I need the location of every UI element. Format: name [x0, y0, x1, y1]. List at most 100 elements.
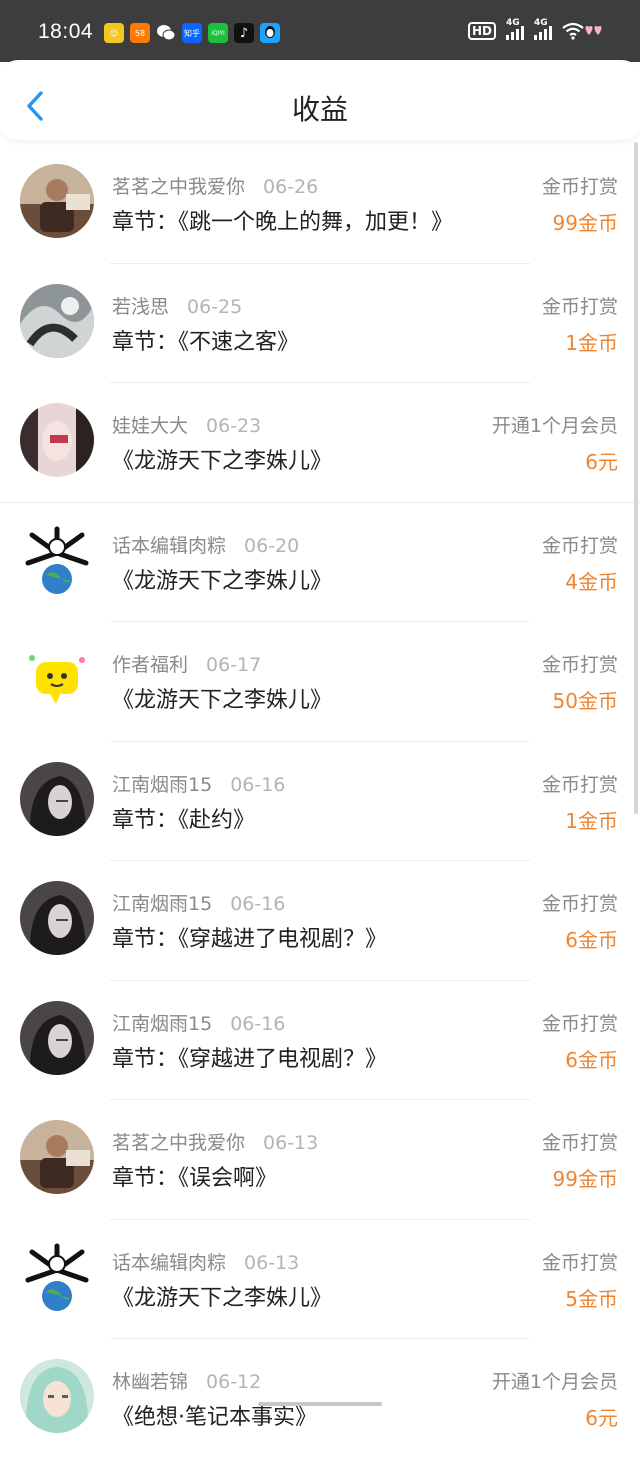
earning-content: 《龙游天下之李姝儿》: [112, 449, 333, 474]
earning-type: 金币打赏: [541, 1132, 618, 1154]
avatar[interactable]: [20, 761, 94, 836]
sender-line: 作者福利 06-17: [112, 650, 261, 677]
sender-line: 娃娃大大 06-23: [112, 411, 261, 438]
sender-name: 江南烟雨15: [112, 893, 213, 915]
earning-content: 《龙游天下之李姝儿》: [112, 568, 333, 594]
sender-name: 茗茗之中我爱你: [112, 176, 246, 198]
earning-content: 《龙游天下之李姝儿》: [112, 1285, 333, 1311]
earning-amount: 6元: [585, 450, 618, 474]
earning-row-gold-reward[interactable]: 茗茗之中我爱你 06-26 金币打赏 章节：《跳一个晚上的舞，加更！》 99金币: [0, 144, 640, 264]
status-indicators: HD 4G 4G: [467, 18, 584, 40]
earning-amount: 6元: [585, 1406, 618, 1430]
avatar[interactable]: [20, 881, 94, 955]
sender-line: 江南烟雨15 06-16: [112, 889, 285, 916]
earning-amount: 5金币: [565, 1286, 618, 1311]
qq-icon: [260, 23, 280, 43]
sender-line: 若浅思 06-25: [112, 292, 242, 319]
earning-amount: 6金币: [565, 928, 618, 952]
avatar[interactable]: [20, 522, 94, 597]
earning-type: 开通1个月会员: [491, 415, 618, 437]
avatar[interactable]: [20, 1120, 94, 1194]
sender-name: 茗茗之中我爱你: [112, 1132, 246, 1154]
wifi-icon: [562, 22, 584, 40]
earning-row-gold-reward[interactable]: 话本编辑肉粽 06-20 金币打赏 《龙游天下之李姝儿》 4金币: [0, 503, 640, 622]
date: 06-17: [206, 654, 262, 676]
battery-icon: [585, 25, 602, 35]
earning-row-membership[interactable]: 娃娃大大 06-23 开通1个月会员 《龙游天下之李姝儿》 6元: [0, 383, 640, 503]
earning-type: 金币打赏: [541, 534, 618, 557]
avatar[interactable]: [20, 164, 94, 238]
sender-line: 话本编辑肉粽 06-20: [112, 531, 299, 558]
earning-row-gold-reward[interactable]: 江南烟雨15 06-16 金币打赏 章节：《穿越进了电视剧？》 6金币: [0, 861, 640, 981]
signal-icon: 4G: [506, 18, 524, 40]
sender-line: 茗茗之中我爱你 06-13: [112, 1128, 318, 1155]
earning-row-gold-reward[interactable]: 若浅思 06-25 金币打赏 章节：《不速之客》 1金币: [0, 264, 640, 383]
earning-type: 金币打赏: [541, 295, 618, 318]
sender-name: 江南烟雨15: [112, 773, 213, 796]
page-title: 收益: [291, 93, 348, 126]
sender-line: 江南烟雨15 06-16: [112, 770, 285, 797]
earning-row-gold-reward[interactable]: 作者福利 06-17 金币打赏 《龙游天下之李姝儿》 50金币: [0, 622, 640, 742]
avatar[interactable]: [20, 283, 94, 358]
avatar[interactable]: [20, 1239, 94, 1314]
signal-icon-2: 4G: [534, 18, 552, 40]
date: 06-13: [244, 1251, 300, 1274]
sender-name: 作者福利: [112, 654, 189, 676]
app-58-icon: 58: [130, 23, 150, 43]
hd-voice-icon: HD: [467, 22, 496, 40]
sender-name: 娃娃大大: [112, 415, 189, 437]
date: 06-16: [230, 893, 286, 915]
earning-content: 《龙游天下之李姝儿》: [112, 688, 333, 713]
earnings-list: 茗茗之中我爱你 06-26 金币打赏 章节：《跳一个晚上的舞，加更！》 99金币 …: [0, 144, 640, 1459]
earning-row-gold-reward[interactable]: 话本编辑肉粽 06-13 金币打赏 《龙游天下之李姝儿》 5金币: [0, 1220, 640, 1339]
tiktok-icon: ♪: [234, 23, 254, 43]
earning-content: 章节：《跳一个晚上的舞，加更！》: [112, 210, 454, 235]
scrollbar[interactable]: [634, 142, 638, 814]
earning-type: 金币打赏: [541, 1251, 618, 1274]
sender-name: 话本编辑肉粽: [112, 534, 227, 557]
sender-name: 林幽若锦: [112, 1371, 189, 1393]
earning-type: 金币打赏: [541, 654, 618, 676]
earning-amount: 1金币: [565, 808, 618, 833]
date: 06-25: [187, 295, 243, 318]
earning-content: 章节：《穿越进了电视剧？》: [112, 927, 388, 952]
sender-line: 江南烟雨15 06-16: [112, 1009, 285, 1036]
sender-name: 若浅思: [112, 295, 170, 318]
earning-content: 章节：《赴约》: [112, 807, 256, 833]
earning-content: 章节：《穿越进了电视剧？》: [112, 1046, 388, 1072]
zhihu-icon: 知乎: [182, 23, 202, 43]
earning-content: 章节：《误会啊》: [112, 1166, 278, 1191]
avatar[interactable]: [20, 642, 94, 716]
date: 06-12: [206, 1371, 262, 1393]
status-app-icons: ☺ 58 知乎 iQIYI ♪: [104, 23, 280, 43]
date: 06-16: [230, 1012, 286, 1035]
earning-amount: 50金币: [552, 689, 618, 713]
earning-amount: 99金币: [552, 211, 618, 235]
earning-type: 金币打赏: [541, 773, 618, 796]
earning-type: 金币打赏: [541, 1012, 618, 1035]
earning-row-gold-reward[interactable]: 江南烟雨15 06-16 金币打赏 章节：《穿越进了电视剧？》 6金币: [0, 981, 640, 1100]
avatar[interactable]: [20, 1359, 94, 1433]
earning-row-membership[interactable]: 林幽若锦 06-12 开通1个月会员 《绝想·笔记本事实》 6元: [0, 1339, 640, 1459]
date: 06-20: [244, 534, 300, 557]
status-bar: 18:04 ☺ 58 知乎 iQIYI ♪ HD 4G 4G: [0, 0, 640, 62]
earning-amount: 1金币: [565, 330, 618, 355]
avatar[interactable]: [20, 403, 94, 477]
status-time: 18:04: [38, 20, 94, 43]
app-smile-icon: ☺: [104, 23, 124, 43]
earning-row-gold-reward[interactable]: 江南烟雨15 06-16 金币打赏 章节：《赴约》 1金币: [0, 742, 640, 861]
earning-amount: 99金币: [552, 1167, 618, 1191]
date: 06-26: [263, 176, 319, 198]
avatar[interactable]: [20, 1000, 94, 1075]
sender-name: 话本编辑肉粽: [112, 1251, 227, 1274]
earning-row-gold-reward[interactable]: 茗茗之中我爱你 06-13 金币打赏 章节：《误会啊》 99金币: [0, 1100, 640, 1220]
home-indicator[interactable]: [258, 1402, 382, 1406]
earning-content: 章节：《不速之客》: [112, 329, 300, 355]
sender-line: 茗茗之中我爱你 06-26: [112, 172, 318, 199]
iqiyi-icon: iQIYI: [208, 23, 228, 43]
sender-line: 话本编辑肉粽 06-13: [112, 1248, 299, 1275]
sender-line: 林幽若锦 06-12: [112, 1367, 261, 1394]
earning-type: 金币打赏: [541, 176, 618, 198]
date: 06-13: [263, 1132, 319, 1154]
date: 06-16: [230, 773, 286, 796]
